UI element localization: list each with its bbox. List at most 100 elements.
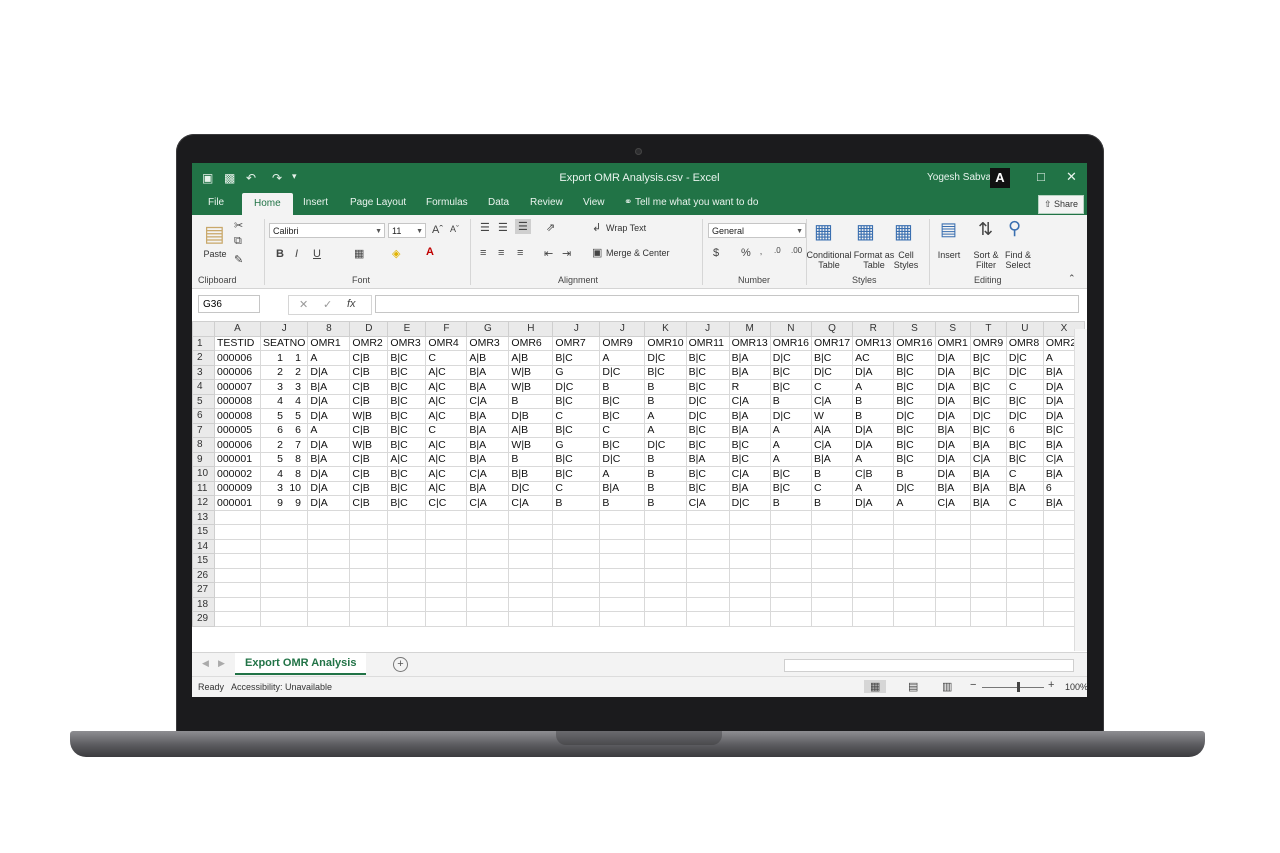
cell[interactable] <box>387 582 427 598</box>
cell[interactable] <box>259 553 309 569</box>
cell[interactable]: B|C <box>893 437 936 453</box>
cell[interactable]: G <box>552 364 601 380</box>
cell[interactable]: R <box>728 379 771 395</box>
increase-decimal-icon[interactable]: .0 <box>774 246 781 255</box>
cell[interactable]: D|C <box>599 364 646 380</box>
currency-icon[interactable]: $ <box>713 247 719 259</box>
cell[interactable] <box>1005 509 1044 525</box>
tab-formulas[interactable]: Formulas <box>426 197 468 208</box>
cell[interactable] <box>425 509 468 525</box>
cell[interactable]: 3 10 <box>259 480 309 496</box>
cell[interactable] <box>769 509 812 525</box>
cell[interactable]: D|C <box>1005 350 1044 366</box>
insert-cells-icon[interactable]: ▤ <box>940 219 957 240</box>
cell[interactable] <box>1005 611 1044 627</box>
cell[interactable]: D|A <box>307 437 351 453</box>
cell[interactable]: B|C <box>387 495 427 511</box>
cell[interactable] <box>425 524 468 540</box>
column-header[interactable]: U <box>1005 321 1044 337</box>
cell[interactable] <box>349 611 389 627</box>
cell[interactable]: B|A <box>969 480 1007 496</box>
cell[interactable] <box>769 553 812 569</box>
orientation-icon[interactable]: ⇗ <box>546 221 555 234</box>
column-header[interactable]: T <box>969 321 1007 337</box>
row-header[interactable]: 1 <box>192 335 215 351</box>
column-header[interactable]: M <box>728 321 771 337</box>
cell[interactable] <box>893 582 936 598</box>
cell[interactable]: D|A <box>934 364 971 380</box>
cell[interactable]: D|A <box>934 408 971 424</box>
cell[interactable]: D|A <box>934 393 971 409</box>
cell[interactable] <box>893 538 936 554</box>
cell[interactable] <box>349 567 389 583</box>
cell[interactable]: OMR11 <box>685 335 730 351</box>
cell[interactable] <box>934 524 971 540</box>
cell[interactable]: B|C <box>1005 393 1044 409</box>
column-header[interactable]: D <box>349 321 389 337</box>
cell[interactable]: B|C <box>387 350 427 366</box>
cell[interactable] <box>644 596 687 612</box>
cell[interactable]: B|C <box>599 393 646 409</box>
cell[interactable]: B <box>644 451 687 467</box>
cell[interactable]: C|B <box>349 466 389 482</box>
cell[interactable] <box>508 553 554 569</box>
tab-data[interactable]: Data <box>488 197 509 208</box>
cell[interactable] <box>934 582 971 598</box>
cell[interactable]: C|B <box>349 480 389 496</box>
cell[interactable]: C|B <box>349 495 389 511</box>
row-header[interactable]: 3 <box>192 364 215 380</box>
cell[interactable] <box>934 596 971 612</box>
cell[interactable]: 66 <box>259 422 309 438</box>
cell[interactable]: D|A <box>307 364 351 380</box>
cell[interactable]: 000006 <box>214 364 261 380</box>
cell[interactable]: OMR16 <box>769 335 812 351</box>
cell[interactable]: B|C <box>685 379 730 395</box>
column-header[interactable]: Q <box>810 321 854 337</box>
cell[interactable]: 33 <box>259 379 309 395</box>
cell[interactable] <box>852 596 895 612</box>
find-select-button[interactable]: Find & Select <box>1002 250 1034 270</box>
cell[interactable] <box>969 509 1007 525</box>
cell[interactable] <box>769 611 812 627</box>
cell[interactable]: B|C <box>810 350 854 366</box>
cell[interactable]: A|C <box>425 393 468 409</box>
cell[interactable] <box>1005 524 1044 540</box>
cell[interactable]: C|B <box>349 393 389 409</box>
cell[interactable]: B <box>508 451 554 467</box>
cell[interactable]: D|C <box>644 437 687 453</box>
cell[interactable]: C <box>810 480 854 496</box>
cell[interactable]: B|A <box>934 480 971 496</box>
cell[interactable] <box>769 596 812 612</box>
cell[interactable]: B|C <box>552 466 601 482</box>
cell[interactable] <box>728 553 771 569</box>
cell[interactable] <box>214 567 261 583</box>
column-header[interactable]: J <box>599 321 646 337</box>
cell[interactable]: A <box>893 495 936 511</box>
cell[interactable] <box>552 582 601 598</box>
cancel-icon[interactable]: ✕ <box>299 298 308 311</box>
format-as-table-icon[interactable]: ▦ <box>856 219 875 244</box>
cell[interactable] <box>214 553 261 569</box>
cell[interactable]: C|A <box>466 466 510 482</box>
cell[interactable]: D|A <box>852 495 895 511</box>
cell[interactable]: W|B <box>349 408 389 424</box>
cell[interactable]: D|A <box>307 393 351 409</box>
cell[interactable]: A|C <box>425 480 468 496</box>
cell[interactable] <box>728 567 771 583</box>
cell[interactable] <box>214 596 261 612</box>
cell[interactable]: B|C <box>769 364 812 380</box>
cell[interactable]: B|A <box>466 451 510 467</box>
zoom-slider[interactable] <box>982 687 1044 688</box>
cell[interactable]: OMR3 <box>387 335 427 351</box>
cell[interactable] <box>810 611 854 627</box>
cell[interactable]: A <box>644 422 687 438</box>
cell[interactable]: B|C <box>387 408 427 424</box>
merge-center-icon[interactable]: ▣ <box>592 246 602 259</box>
cell[interactable]: C|A <box>969 451 1007 467</box>
cell[interactable] <box>893 524 936 540</box>
cell[interactable]: B|C <box>769 379 812 395</box>
cell[interactable]: B|A <box>969 466 1007 482</box>
zoom-slider-thumb[interactable] <box>1017 682 1020 692</box>
cell[interactable]: AC <box>852 350 895 366</box>
cell[interactable]: D|C <box>810 364 854 380</box>
